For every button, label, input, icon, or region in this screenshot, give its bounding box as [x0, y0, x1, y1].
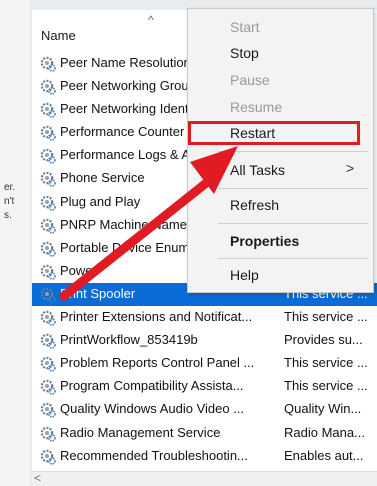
service-gear-icon [40, 79, 56, 95]
service-row[interactable]: Recommended Troubleshootin... Enables aut… [32, 445, 377, 468]
service-gear-icon [40, 172, 56, 188]
service-gear-icon [40, 56, 56, 72]
service-row[interactable]: Printer Extensions and Notificat... This … [32, 306, 377, 329]
service-name: Problem Reports Control Panel ... [60, 355, 255, 371]
service-description: This service ... [284, 355, 368, 371]
scroll-left-icon[interactable]: < [34, 471, 41, 485]
service-description: Provides su... [284, 332, 363, 348]
service-name: Recommended Troubleshootin... [60, 447, 248, 463]
context-menu: Start Stop Pause Resume Restart All Task… [187, 8, 374, 293]
menu-separator [218, 151, 368, 152]
service-gear-icon [40, 380, 56, 396]
description-pane: er. n't s. [0, 0, 30, 486]
service-gear-icon [40, 426, 56, 442]
service-row[interactable]: Quality Windows Audio Video ... Quality W… [32, 398, 377, 421]
service-name: Quality Windows Audio Video ... [60, 401, 245, 417]
service-gear-icon [40, 333, 56, 349]
menu-item-resume[interactable]: Resume [230, 99, 282, 115]
description-fragment: n't [4, 196, 15, 207]
menu-separator [218, 188, 368, 189]
service-row[interactable]: PrintWorkflow_853419b Provides su... [32, 329, 377, 352]
service-gear-icon [40, 449, 56, 465]
description-fragment: s. [4, 210, 12, 221]
menu-item-start[interactable]: Start [230, 19, 260, 35]
service-description: Quality Win... [284, 401, 362, 417]
description-fragment: er. [4, 182, 16, 193]
service-name: PrintWorkflow_853419b [60, 332, 198, 348]
service-row[interactable]: Problem Reports Control Panel ... This se… [32, 352, 377, 375]
menu-item-help[interactable]: Help [230, 267, 259, 283]
menu-separator [218, 258, 368, 259]
service-row[interactable]: Program Compatibility Assista... This ser… [32, 375, 377, 398]
menu-item-stop[interactable]: Stop [230, 45, 259, 61]
service-gear-icon [40, 356, 56, 373]
horizontal-scrollbar[interactable]: < [32, 471, 377, 486]
service-name: Program Compatibility Assista... [60, 378, 244, 394]
service-gear-icon [40, 403, 56, 419]
service-gear-icon [40, 264, 56, 280]
service-row[interactable]: Radio Management Service Radio Mana... [32, 422, 377, 445]
menu-item-refresh[interactable]: Refresh [230, 197, 279, 213]
service-gear-icon [40, 125, 56, 142]
service-description: This service ... [284, 378, 368, 394]
service-name: Printer Extensions and Notificat... [60, 309, 253, 325]
service-description: Radio Mana... [284, 424, 365, 440]
sort-up-icon: ^ [148, 13, 154, 27]
service-gear-icon [40, 310, 56, 326]
submenu-chevron-icon: > [346, 160, 355, 176]
service-gear-icon [40, 241, 56, 257]
service-gear-icon [40, 287, 56, 303]
service-gear-icon [40, 218, 56, 234]
service-gear-icon [40, 102, 56, 118]
service-name: Radio Management Service [60, 424, 221, 440]
service-gear-icon [40, 149, 56, 165]
column-header-name[interactable]: Name [41, 28, 76, 43]
menu-item-pause[interactable]: Pause [230, 72, 270, 88]
menu-item-properties[interactable]: Properties [230, 233, 299, 249]
service-description: Enables aut... [284, 447, 364, 463]
menu-item-all-tasks[interactable]: All Tasks [230, 162, 285, 178]
service-gear-icon [40, 195, 56, 211]
menu-separator [218, 223, 368, 224]
menu-item-restart[interactable]: Restart [230, 125, 275, 141]
service-description: This service ... [284, 309, 368, 325]
